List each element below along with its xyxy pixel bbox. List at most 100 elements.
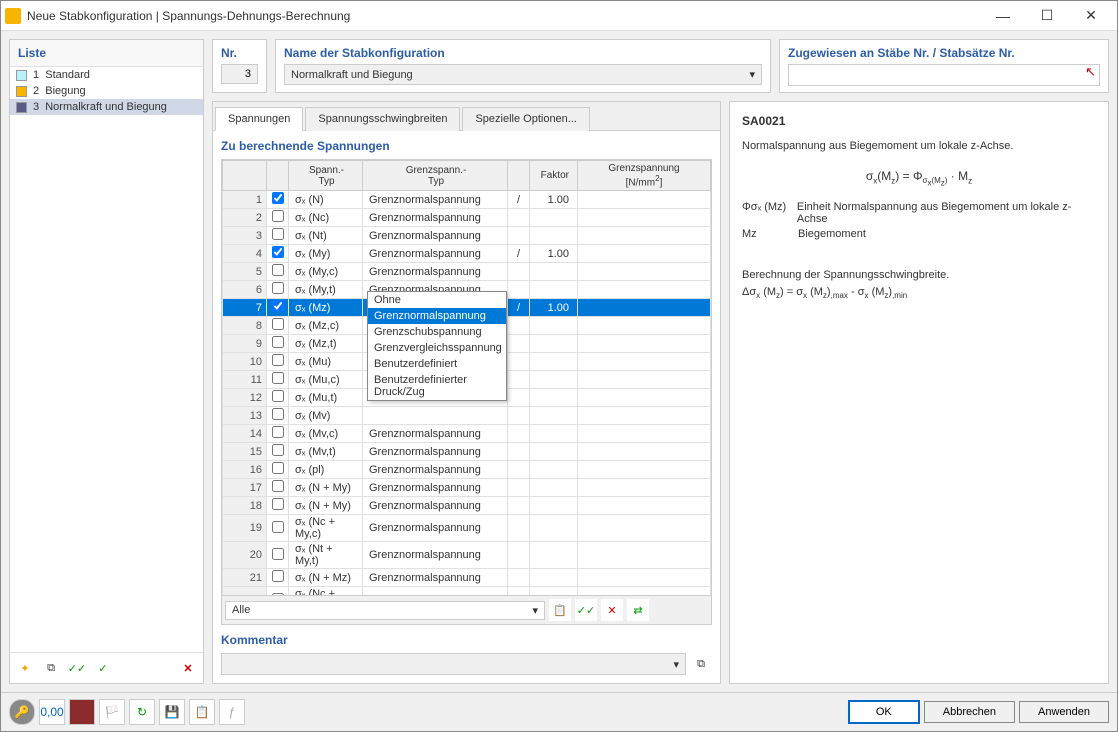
list-item[interactable]: 2 Biegung bbox=[10, 83, 203, 99]
row-checkbox[interactable] bbox=[272, 282, 284, 294]
table-title: Zu berechnende Spannungen bbox=[221, 139, 712, 153]
th-type: Spann.-Typ bbox=[289, 161, 363, 191]
new-icon[interactable]: ✦ bbox=[14, 657, 36, 679]
table-row[interactable]: 20 σₓ (Nt + My,t) Grenznormalspannung bbox=[223, 542, 711, 569]
toggle-icon[interactable]: ⇄ bbox=[627, 599, 649, 621]
maximize-button[interactable]: ☐ bbox=[1025, 2, 1069, 30]
copy-icon[interactable]: 📋 bbox=[549, 599, 571, 621]
dropdown-item[interactable]: Grenznormalspannung bbox=[368, 308, 506, 324]
calc-formula: Δσx (Mz) = σx (Mz),max - σx (Mz),min bbox=[742, 284, 1096, 302]
row-checkbox[interactable] bbox=[272, 570, 284, 582]
table-row[interactable]: 2 σₓ (Nc) Grenznormalspannung bbox=[223, 209, 711, 227]
config-list[interactable]: 1 Standard2 Biegung3 Normalkraft und Bie… bbox=[10, 67, 203, 652]
window-title: Neue Stabkonfiguration | Spannungs-Dehnu… bbox=[27, 9, 981, 23]
function-icon[interactable]: ƒ bbox=[219, 699, 245, 725]
row-checkbox[interactable] bbox=[272, 210, 284, 222]
grenz-dropdown[interactable]: OhneGrenznormalspannungGrenzschubspannun… bbox=[367, 291, 507, 401]
row-checkbox[interactable] bbox=[272, 246, 284, 258]
row-checkbox[interactable] bbox=[272, 264, 284, 276]
name-combo[interactable]: Normalkraft und Biegung ▾ bbox=[284, 64, 762, 85]
table-row[interactable]: 22 σₓ (Nc + Mz,c) Grenznormalspannung bbox=[223, 587, 711, 595]
row-checkbox[interactable] bbox=[272, 462, 284, 474]
row-checkbox[interactable] bbox=[272, 498, 284, 510]
th-grenzsp: Grenzspannung[N/mm2] bbox=[578, 161, 711, 191]
kommentar-copy-icon[interactable]: ⧉ bbox=[690, 653, 712, 675]
list-item[interactable]: 1 Standard bbox=[10, 67, 203, 83]
close-button[interactable]: ✕ bbox=[1069, 2, 1113, 30]
info-id: SA0021 bbox=[742, 114, 1096, 128]
help-icon[interactable]: 🔑 bbox=[9, 699, 35, 725]
row-checkbox[interactable] bbox=[272, 192, 284, 204]
deselect-icon[interactable]: ✕ bbox=[601, 599, 623, 621]
table-row[interactable]: 5 σₓ (My,c) Grenznormalspannung bbox=[223, 263, 711, 281]
tab[interactable]: Spannungen bbox=[215, 107, 303, 131]
kommentar-label: Kommentar bbox=[221, 633, 712, 647]
table-row[interactable]: 21 σₓ (N + Mz) Grenznormalspannung bbox=[223, 569, 711, 587]
kommentar-combo[interactable]: ▾ bbox=[221, 653, 686, 675]
clipboard-icon[interactable]: 📋 bbox=[189, 699, 215, 725]
nr-input[interactable] bbox=[221, 64, 258, 84]
nr-label: Nr. bbox=[221, 46, 258, 60]
tab[interactable]: Spezielle Optionen... bbox=[462, 107, 590, 131]
ok-button[interactable]: OK bbox=[848, 700, 920, 724]
tab[interactable]: Spannungsschwingbreiten bbox=[305, 107, 460, 131]
row-checkbox[interactable] bbox=[272, 548, 284, 560]
info-formula: σx(Mz) = Φσx(Mz) · Mz bbox=[742, 169, 1096, 188]
table-row[interactable]: 14 σₓ (Mv,c) Grenznormalspannung bbox=[223, 425, 711, 443]
list-item[interactable]: 3 Normalkraft und Biegung bbox=[10, 99, 203, 115]
list-header: Liste bbox=[10, 40, 203, 67]
row-checkbox[interactable] bbox=[272, 300, 284, 312]
minimize-button[interactable]: — bbox=[981, 2, 1025, 30]
table-row[interactable]: 1 σₓ (N) Grenznormalspannung / 1.00 bbox=[223, 191, 711, 209]
copy-icon[interactable]: ⧉ bbox=[40, 657, 62, 679]
color-icon[interactable] bbox=[69, 699, 95, 725]
info-desc: Normalspannung aus Biegemoment um lokale… bbox=[742, 138, 1096, 155]
assign-input[interactable] bbox=[788, 64, 1100, 86]
filter-combo[interactable]: Alle ▾ bbox=[225, 601, 545, 620]
row-checkbox[interactable] bbox=[272, 480, 284, 492]
refresh-icon[interactable]: ↻ bbox=[129, 699, 155, 725]
pick-cursor-icon[interactable]: ↖ bbox=[1085, 64, 1096, 80]
table-row[interactable]: 3 σₓ (Nt) Grenznormalspannung bbox=[223, 227, 711, 245]
row-checkbox[interactable] bbox=[272, 318, 284, 330]
save-icon[interactable]: 💾 bbox=[159, 699, 185, 725]
delete-icon[interactable]: ✕ bbox=[177, 657, 199, 679]
table-row[interactable]: 4 σₓ (My) Grenznormalspannung / 1.00 bbox=[223, 245, 711, 263]
titlebar: Neue Stabkonfiguration | Spannungs-Dehnu… bbox=[1, 1, 1117, 31]
row-checkbox[interactable] bbox=[272, 521, 284, 533]
chevron-down-icon: ▾ bbox=[749, 68, 755, 81]
dropdown-item[interactable]: Grenzvergleichsspannung bbox=[368, 340, 506, 356]
row-checkbox[interactable] bbox=[272, 372, 284, 384]
info-panel: SA0021 Normalspannung aus Biegemoment um… bbox=[729, 101, 1109, 684]
table-row[interactable]: 19 σₓ (Nc + My,c) Grenznormalspannung bbox=[223, 515, 711, 542]
row-checkbox[interactable] bbox=[272, 354, 284, 366]
dropdown-item[interactable]: Ohne bbox=[368, 292, 506, 308]
cancel-button[interactable]: Abbrechen bbox=[924, 701, 1015, 723]
table-row[interactable]: 16 σₓ (pl) Grenznormalspannung bbox=[223, 461, 711, 479]
table-row[interactable]: 13 σₓ (Mv) bbox=[223, 407, 711, 425]
row-checkbox[interactable] bbox=[272, 390, 284, 402]
apply-button[interactable]: Anwenden bbox=[1019, 701, 1109, 723]
select-all-icon[interactable]: ✓✓ bbox=[575, 599, 597, 621]
chevron-down-icon: ▾ bbox=[673, 658, 679, 671]
units-icon[interactable]: 0,00 bbox=[39, 699, 65, 725]
name-label: Name der Stabkonfiguration bbox=[284, 46, 762, 60]
dropdown-item[interactable]: Benutzerdefinierter Druck/Zug bbox=[368, 372, 506, 400]
assign-label: Zugewiesen an Stäbe Nr. / Stabsätze Nr. bbox=[788, 46, 1100, 60]
app-icon bbox=[5, 8, 21, 24]
chevron-down-icon: ▾ bbox=[532, 604, 538, 617]
row-checkbox[interactable] bbox=[272, 444, 284, 456]
th-grenz: Grenzspann.-Typ bbox=[363, 161, 508, 191]
flag-icon[interactable]: 🏳️ bbox=[99, 699, 125, 725]
table-row[interactable]: 15 σₓ (Mv,t) Grenznormalspannung bbox=[223, 443, 711, 461]
row-checkbox[interactable] bbox=[272, 408, 284, 420]
dropdown-item[interactable]: Benutzerdefiniert bbox=[368, 356, 506, 372]
uncheck-all-icon[interactable]: ✓ bbox=[92, 657, 114, 679]
row-checkbox[interactable] bbox=[272, 228, 284, 240]
table-row[interactable]: 17 σₓ (N + My) Grenznormalspannung bbox=[223, 479, 711, 497]
row-checkbox[interactable] bbox=[272, 336, 284, 348]
row-checkbox[interactable] bbox=[272, 426, 284, 438]
table-row[interactable]: 18 σₓ (N + My) Grenznormalspannung bbox=[223, 497, 711, 515]
check-all-icon[interactable]: ✓✓ bbox=[66, 657, 88, 679]
dropdown-item[interactable]: Grenzschubspannung bbox=[368, 324, 506, 340]
